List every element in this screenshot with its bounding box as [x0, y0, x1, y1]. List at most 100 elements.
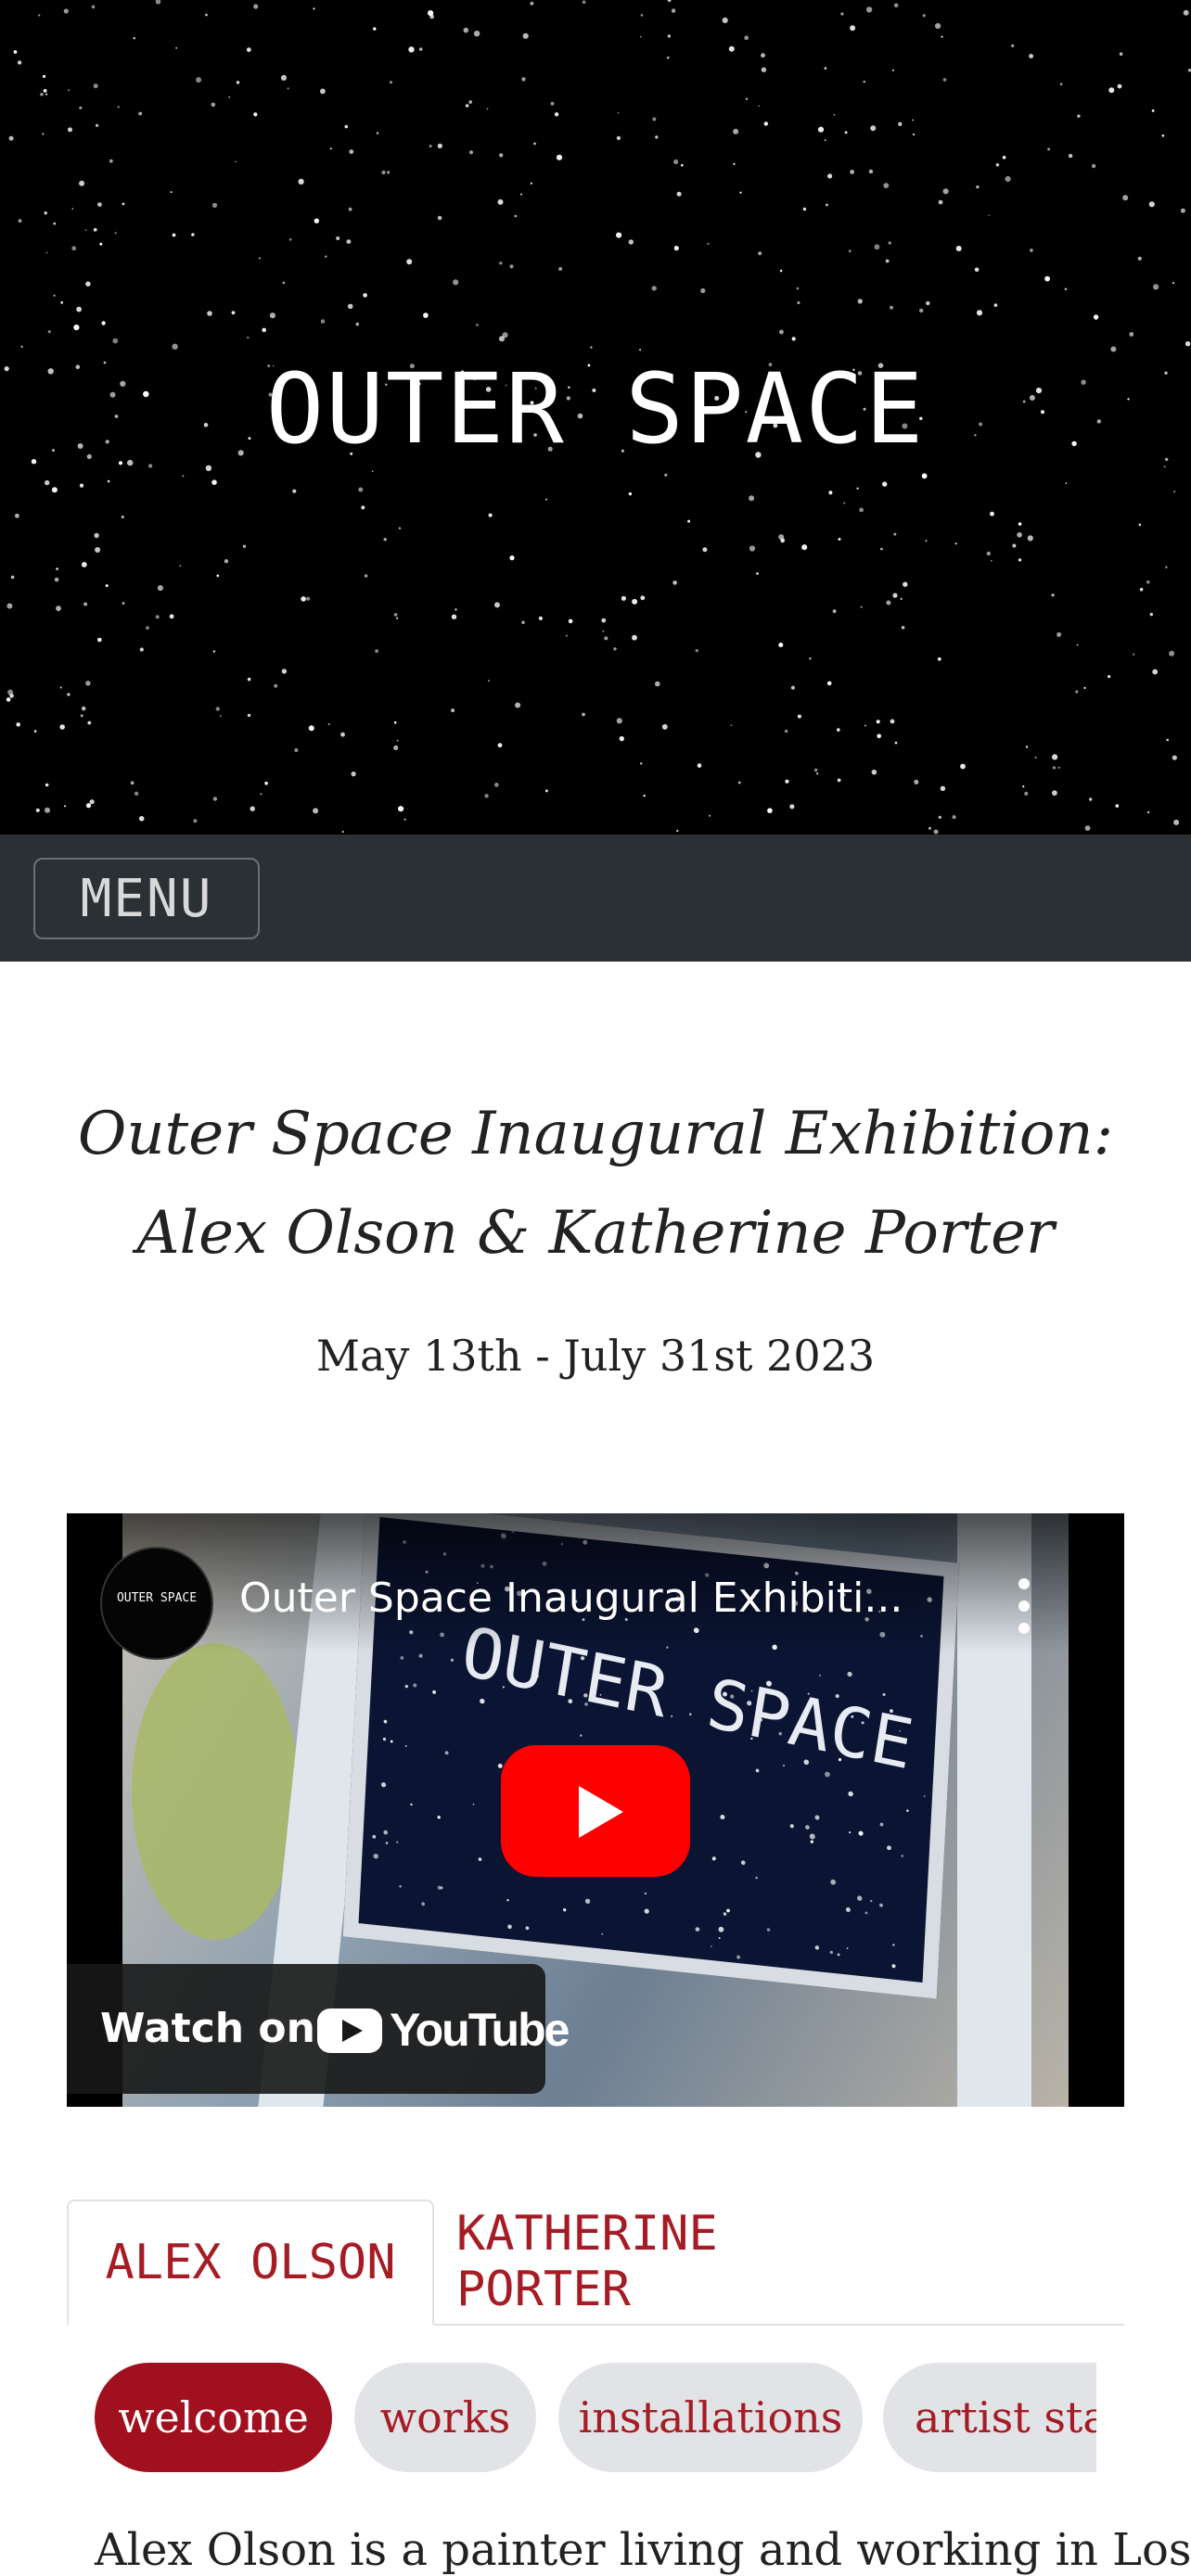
channel-avatar[interactable]: OUTER SPACE — [100, 1547, 213, 1660]
star — [488, 680, 490, 682]
star — [1151, 109, 1155, 112]
star — [1165, 566, 1168, 568]
star — [155, 0, 161, 5]
star — [847, 1671, 852, 1677]
star — [891, 69, 894, 71]
star — [522, 32, 529, 39]
star — [676, 829, 679, 833]
video-title[interactable]: Outer Space Inaugural Exhibiti... — [239, 1575, 981, 1622]
star — [274, 683, 278, 688]
star — [816, 772, 819, 775]
video-embed[interactable]: OUTER SPACE OUTER SPACE Outer Space Inau… — [67, 1513, 1124, 2107]
star — [1137, 256, 1142, 261]
star — [1133, 653, 1135, 656]
star — [421, 1902, 425, 1906]
star — [93, 83, 98, 89]
star — [172, 233, 176, 237]
star — [525, 1926, 530, 1931]
star — [933, 829, 939, 835]
star — [175, 46, 178, 49]
star — [398, 527, 402, 529]
star — [955, 246, 962, 251]
star — [1183, 9, 1189, 16]
star — [616, 718, 622, 724]
star — [877, 733, 881, 739]
star — [172, 343, 178, 350]
star — [1011, 44, 1015, 48]
more-options-icon[interactable] — [1013, 1578, 1035, 1634]
star — [906, 1809, 909, 1812]
star — [79, 106, 83, 109]
star — [673, 159, 679, 165]
watch-on-youtube-button[interactable]: Watch on YouTube — [67, 1964, 570, 2094]
star — [809, 1833, 815, 1840]
star — [655, 135, 659, 139]
star — [671, 8, 676, 13]
star — [130, 781, 134, 785]
tab-katherine-porter[interactable]: KATHERINE PORTER — [456, 2200, 846, 2324]
play-icon[interactable] — [501, 1745, 690, 1877]
star — [45, 479, 50, 486]
star — [56, 567, 58, 570]
star — [976, 185, 980, 189]
star — [122, 602, 125, 606]
pill-installations[interactable]: installations — [558, 2363, 863, 2472]
star — [40, 93, 44, 96]
star — [314, 218, 319, 223]
star — [1108, 675, 1111, 679]
star — [533, 142, 536, 146]
star — [832, 609, 837, 614]
site-title[interactable]: OUTER SPACE — [0, 352, 1191, 465]
star — [59, 724, 65, 730]
star — [105, 584, 109, 588]
star — [361, 505, 365, 510]
star — [358, 487, 364, 492]
star — [47, 330, 51, 334]
star — [393, 745, 399, 751]
star — [96, 123, 99, 127]
star — [215, 707, 220, 711]
star — [864, 724, 866, 727]
star — [711, 1945, 712, 1947]
star — [1119, 52, 1123, 56]
star — [791, 337, 796, 341]
star — [376, 132, 379, 134]
star — [45, 93, 48, 96]
star — [231, 311, 236, 315]
star — [476, 324, 479, 326]
star — [893, 532, 897, 536]
star — [292, 489, 297, 493]
star — [390, 1740, 393, 1743]
pill-artist-statement[interactable]: artist stat — [883, 2363, 1096, 2472]
section-pills: welcome works installations artist stat — [95, 2363, 1096, 2474]
star — [888, 241, 891, 245]
exhibition-title-line2: Alex Olson & Katherine Porter — [136, 1199, 1055, 1268]
star — [755, 1768, 760, 1773]
star — [488, 513, 493, 517]
star — [83, 602, 88, 606]
star — [1002, 156, 1006, 159]
star — [545, 498, 547, 501]
star — [97, 637, 102, 643]
star — [281, 669, 288, 674]
star — [1089, 797, 1093, 801]
menu-button[interactable]: MENU — [33, 858, 260, 939]
star — [1091, 163, 1096, 169]
star — [87, 721, 92, 725]
star — [789, 1824, 794, 1829]
pill-works[interactable]: works — [354, 2363, 536, 2472]
star — [336, 236, 340, 240]
star — [498, 336, 506, 342]
star — [428, 10, 434, 17]
star — [205, 465, 212, 471]
tree-foliage — [132, 1643, 299, 1940]
tab-alex-olson[interactable]: ALEX OLSON — [67, 2200, 434, 2326]
star — [373, 1854, 378, 1859]
star — [901, 1855, 903, 1857]
star — [926, 300, 930, 306]
star — [639, 762, 643, 765]
star — [63, 8, 69, 14]
star — [383, 1830, 389, 1835]
star — [453, 279, 459, 286]
pill-welcome[interactable]: welcome — [95, 2363, 332, 2472]
